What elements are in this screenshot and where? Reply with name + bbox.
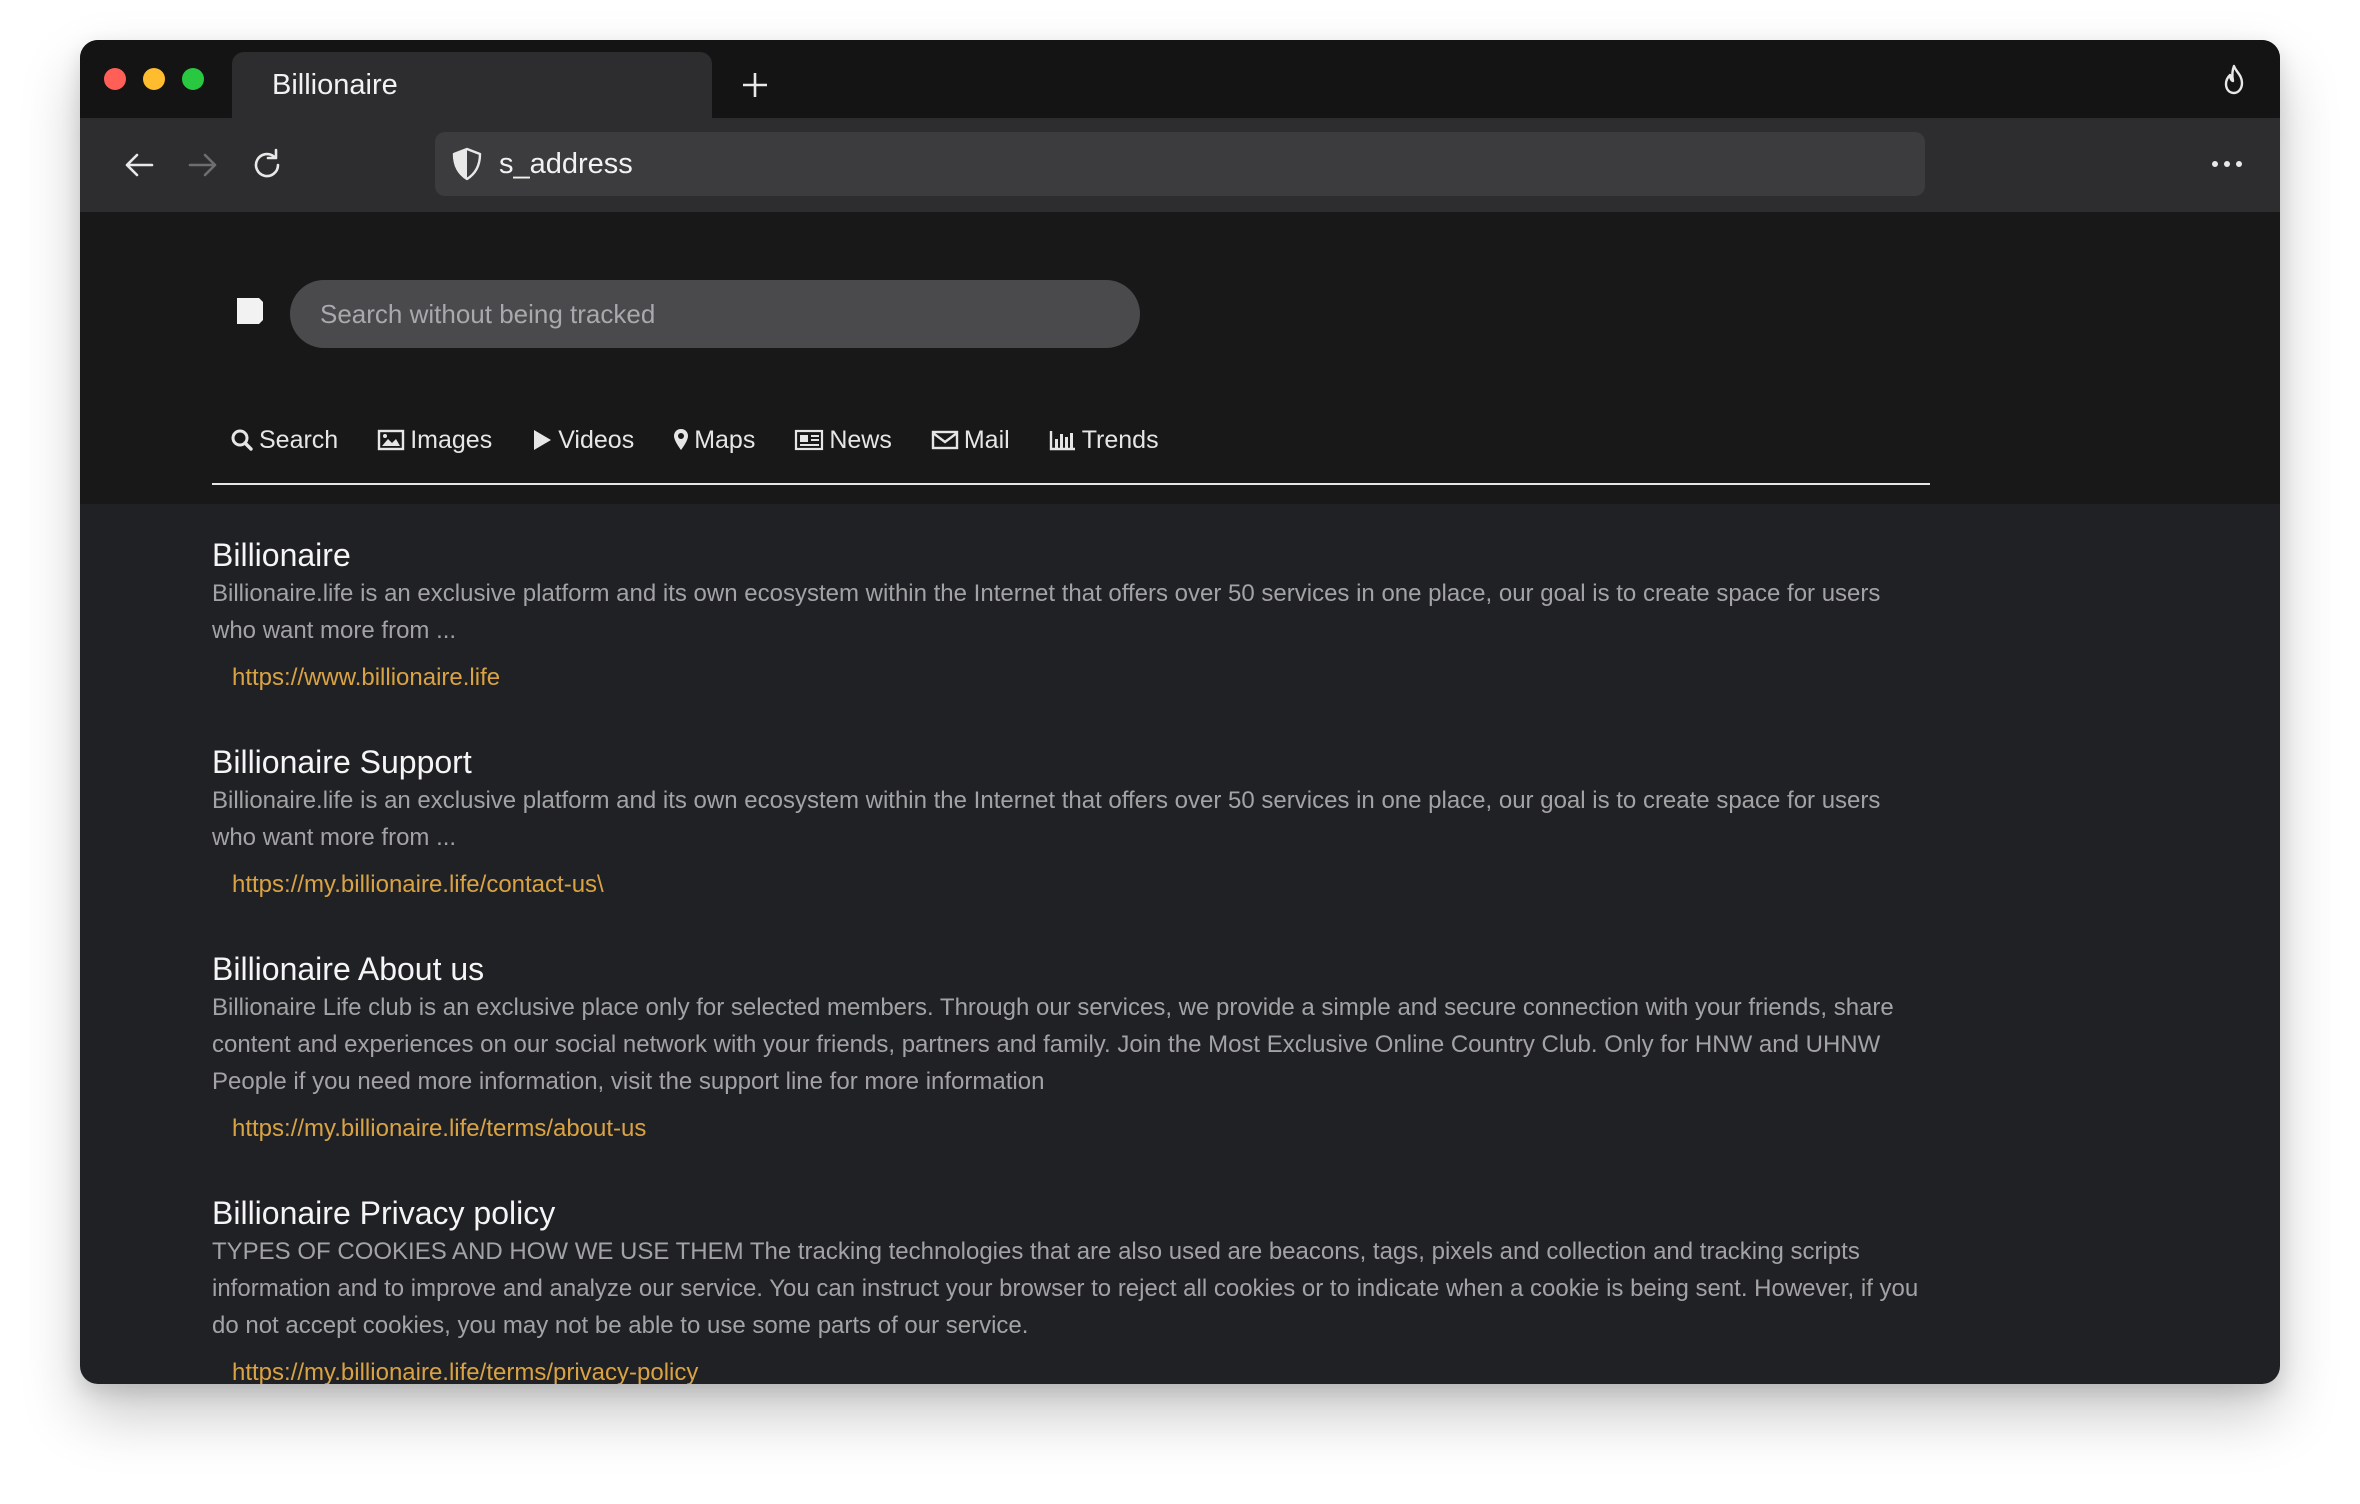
- tab-label: Search: [259, 425, 339, 454]
- minimize-window-button[interactable]: [143, 68, 165, 90]
- dot-icon: [2224, 161, 2230, 167]
- flame-icon: [2224, 64, 2244, 95]
- result-url[interactable]: https://my.billionaire.life/contact-us\: [212, 866, 1930, 903]
- result-item: Billionaire Support Billionaire.life is …: [212, 742, 1930, 903]
- more-options-button[interactable]: [2202, 144, 2252, 184]
- newspaper-icon: [795, 429, 824, 451]
- mail-icon: [931, 430, 959, 450]
- result-url[interactable]: https://my.billionaire.life/terms/about-…: [212, 1110, 1930, 1147]
- tab-search[interactable]: Search: [230, 426, 338, 455]
- tab-label: Maps: [694, 425, 756, 454]
- map-pin-icon: [674, 429, 689, 450]
- address-bar[interactable]: s_address: [435, 132, 1925, 196]
- back-button[interactable]: [116, 142, 162, 188]
- result-title[interactable]: Billionaire Support: [212, 742, 1930, 782]
- image-icon: [378, 429, 405, 451]
- maximize-window-button[interactable]: [182, 68, 204, 90]
- arrow-left-icon: [125, 153, 154, 177]
- bar-chart-icon: [1049, 431, 1075, 451]
- result-description: Billionaire.life is an exclusive platfor…: [212, 580, 1881, 644]
- fire-button[interactable]: [2216, 62, 2252, 98]
- dot-icon: [2236, 161, 2242, 167]
- result-description: Billionaire Life club is an exclusive pl…: [212, 994, 1894, 1095]
- play-icon: [534, 430, 552, 450]
- tab-label: Trends: [1081, 425, 1159, 454]
- result-title[interactable]: Billionaire: [212, 535, 1930, 575]
- toolbar: s_address: [80, 118, 2280, 212]
- tab-mail[interactable]: Mail: [931, 426, 1010, 455]
- result-url[interactable]: https://my.billionaire.life/terms/privac…: [212, 1354, 1930, 1384]
- dot-icon: [2212, 161, 2218, 167]
- result-description: Billionaire.life is an exclusive platfor…: [212, 787, 1881, 851]
- reload-button[interactable]: [244, 142, 290, 188]
- forward-button[interactable]: [180, 142, 226, 188]
- tab-label: Videos: [558, 425, 635, 454]
- tab-videos[interactable]: Videos: [531, 426, 634, 455]
- result-url[interactable]: https://www.billionaire.life: [212, 659, 1930, 696]
- browser-window: Billionaire s_address Search without bei…: [80, 40, 2280, 1384]
- close-window-button[interactable]: [104, 68, 126, 90]
- result-item: Billionaire Billionaire.life is an exclu…: [212, 535, 1930, 696]
- browser-tab[interactable]: Billionaire: [232, 52, 712, 118]
- address-text: s_address: [499, 148, 633, 180]
- title-bar: Billionaire: [80, 40, 2280, 118]
- tab-maps[interactable]: Maps: [673, 426, 755, 455]
- result-description: TYPES OF COOKIES AND HOW WE USE THEM The…: [212, 1238, 1919, 1339]
- tab-label: Images: [410, 425, 493, 454]
- search-icon: [231, 429, 253, 451]
- tab-news[interactable]: News: [794, 426, 892, 455]
- divider: [212, 483, 1930, 485]
- result-item: Billionaire About us Billionaire Life cl…: [212, 949, 1930, 1147]
- logo-icon[interactable]: [235, 296, 265, 326]
- tab-images[interactable]: Images: [377, 426, 492, 455]
- arrow-right-icon: [188, 153, 217, 177]
- result-item: Billionaire Privacy policy TYPES OF COOK…: [212, 1193, 1930, 1384]
- new-tab-button[interactable]: [730, 60, 780, 110]
- tab-label: News: [829, 425, 892, 454]
- plus-icon: [743, 73, 767, 97]
- search-input[interactable]: Search without being tracked: [290, 280, 1140, 348]
- search-category-tabs: Search Images Videos Maps News Mail Tren…: [230, 420, 1198, 460]
- search-header: Search without being tracked Search Imag…: [80, 212, 2280, 504]
- result-title[interactable]: Billionaire Privacy policy: [212, 1193, 1930, 1233]
- tab-label: Mail: [963, 425, 1010, 454]
- tab-trends[interactable]: Trends: [1049, 426, 1159, 455]
- shield-icon: [452, 147, 482, 181]
- result-title[interactable]: Billionaire About us: [212, 949, 1930, 989]
- reload-icon: [254, 148, 280, 178]
